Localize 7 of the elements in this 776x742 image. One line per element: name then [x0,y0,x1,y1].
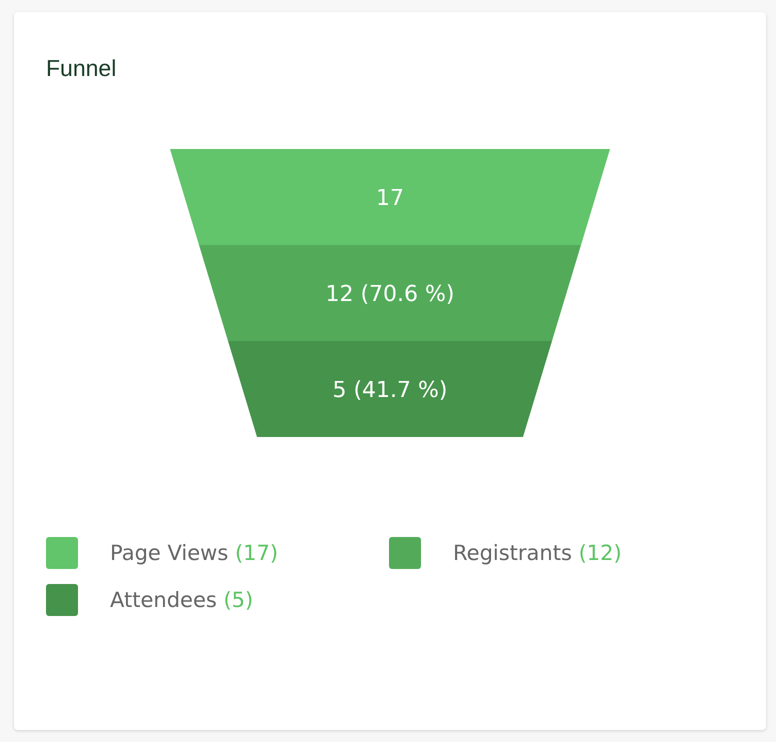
segment-label: 5 (41.7 %) [332,378,448,403]
legend-label: Registrants (12) [453,540,622,567]
segment-label: 17 [376,186,404,211]
card-title: Funnel [46,54,116,82]
legend-label: Attendees (5) [110,587,254,614]
segment-label: 12 (70.6 %) [325,282,455,307]
legend-label: Page Views (17) [110,540,278,567]
